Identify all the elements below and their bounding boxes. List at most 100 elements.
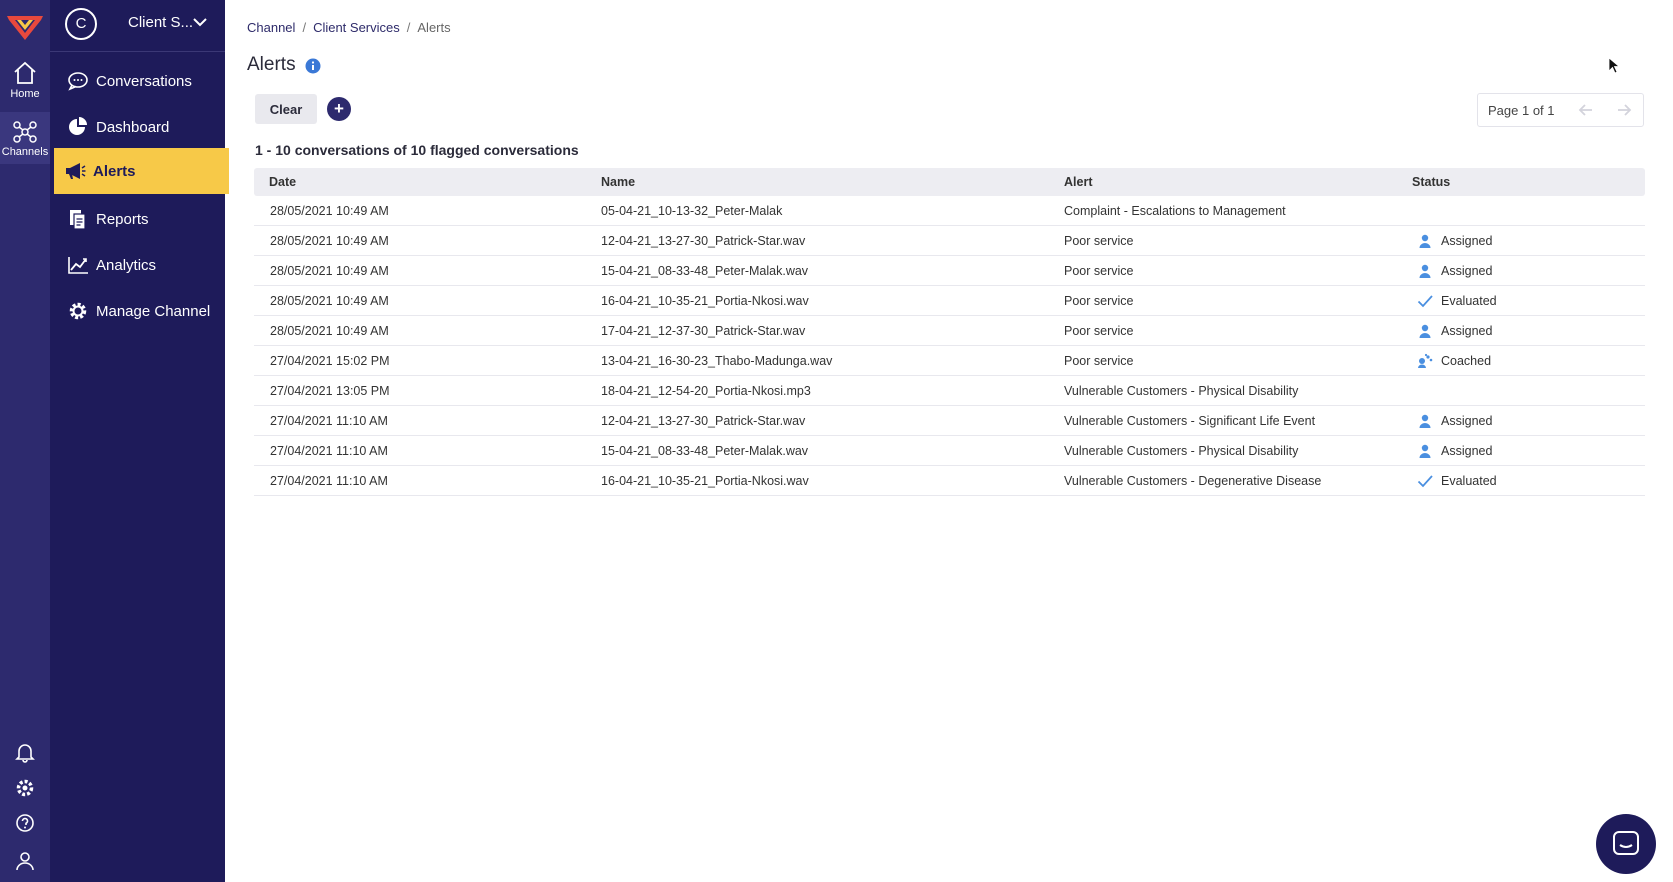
cell-alert: Poor service (1064, 233, 1134, 248)
cell-alert: Complaint - Escalations to Management (1064, 203, 1286, 218)
help-icon (16, 814, 34, 832)
breadcrumb-client-services[interactable]: Client Services (313, 20, 400, 35)
column-header-status[interactable]: Status (1412, 175, 1645, 189)
nav-item-label: Conversations (96, 72, 192, 90)
rail-settings[interactable] (0, 777, 50, 799)
table-row[interactable]: 28/05/2021 10:49 AM 12-04-21_13-27-30_Pat… (254, 226, 1645, 256)
user-icon (1417, 413, 1433, 429)
status-label: Assigned (1441, 233, 1493, 248)
rail-home[interactable]: Home (0, 60, 50, 108)
cell-status: Evaluated (1412, 293, 1645, 309)
chat-launcher-button[interactable] (1596, 814, 1656, 874)
column-header-alert[interactable]: Alert (1064, 175, 1412, 189)
channel-switcher[interactable]: C Client S... (50, 0, 225, 52)
table-row[interactable]: 28/05/2021 10:49 AM 17-04-21_12-37-30_Pat… (254, 316, 1645, 346)
cell-status: Assigned (1412, 443, 1645, 459)
page-indicator: Page 1 of 1 (1488, 103, 1555, 118)
user-icon (16, 852, 34, 871)
nav-item-label: Dashboard (96, 118, 170, 136)
cell-name: 18-04-21_12-54-20_Portia-Nkosi.mp3 (601, 383, 811, 398)
channel-name: Client S... (128, 14, 194, 31)
pagination: Page 1 of 1 (1477, 93, 1644, 127)
table-row[interactable]: 27/04/2021 11:10 AM 16-04-21_10-35-21_Por… (254, 466, 1645, 496)
rail-profile[interactable] (0, 849, 50, 871)
nav-item-reports[interactable]: Reports (50, 196, 225, 242)
nav-item-label: Analytics (96, 256, 157, 274)
arrow-right-icon[interactable] (1616, 103, 1632, 117)
page-title: Alerts (247, 54, 296, 75)
nav-item-conversations[interactable]: Conversations (50, 58, 225, 104)
line-chart-icon (68, 257, 88, 274)
network-nodes-icon (13, 121, 37, 143)
column-header-date[interactable]: Date (254, 175, 601, 189)
nav-item-label: Manage Channel (96, 302, 211, 320)
cell-date: 27/04/2021 11:10 AM (270, 473, 388, 488)
app-rail: Home Channels (0, 0, 50, 882)
status-label: Evaluated (1441, 473, 1497, 488)
info-icon[interactable] (305, 58, 321, 74)
add-alert-button[interactable]: + (327, 97, 351, 121)
cell-status: Assigned (1412, 233, 1645, 249)
cell-date: 28/05/2021 10:49 AM (270, 233, 389, 248)
clear-button[interactable]: Clear (255, 94, 317, 124)
nav-item-manage-channel[interactable]: Manage Channel (50, 288, 225, 334)
nav-item-analytics[interactable]: Analytics (50, 242, 225, 288)
status-label: Assigned (1441, 263, 1493, 278)
cell-alert: Vulnerable Customers - Physical Disabili… (1064, 383, 1299, 398)
cell-date: 28/05/2021 10:49 AM (270, 323, 389, 338)
home-icon (14, 61, 36, 84)
user-icon (1417, 263, 1433, 279)
cell-alert: Poor service (1064, 263, 1134, 278)
table-row[interactable]: 28/05/2021 10:49 AM 16-04-21_10-35-21_Por… (254, 286, 1645, 316)
nav-item-alerts[interactable]: Alerts (54, 148, 229, 194)
cell-alert: Vulnerable Customers - Physical Disabili… (1064, 443, 1299, 458)
bell-icon (15, 744, 35, 763)
column-header-name[interactable]: Name (601, 175, 1064, 189)
cell-status: Evaluated (1412, 473, 1645, 489)
check-icon (1417, 293, 1433, 309)
arrow-left-icon[interactable] (1578, 103, 1594, 117)
results-summary: 1 - 10 conversations of 10 flagged conve… (255, 142, 579, 158)
table-row[interactable]: 28/05/2021 10:49 AM 15-04-21_08-33-48_Pet… (254, 256, 1645, 286)
rail-notifications[interactable] (0, 741, 50, 763)
nav-item-label: Alerts (93, 162, 136, 180)
alerts-table: Date Name Alert Status 28/05/2021 10:49 … (254, 168, 1645, 496)
table-row[interactable]: 27/04/2021 15:02 PM 13-04-21_16-30-23_Tha… (254, 346, 1645, 376)
cell-status: Assigned (1412, 263, 1645, 279)
rail-channels[interactable]: Channels (0, 112, 50, 164)
user-icon (1417, 233, 1433, 249)
cell-name: 15-04-21_08-33-48_Peter-Malak.wav (601, 263, 809, 278)
table-row[interactable]: 27/04/2021 11:10 AM 12-04-21_13-27-30_Pat… (254, 406, 1645, 436)
cell-alert: Vulnerable Customers - Degenerative Dise… (1064, 473, 1322, 488)
cell-name: 12-04-21_13-27-30_Patrick-Star.wav (601, 233, 806, 248)
channel-avatar: C (65, 8, 97, 40)
breadcrumb-channel[interactable]: Channel (247, 20, 295, 35)
status-label: Assigned (1441, 413, 1493, 428)
gear-icon (16, 779, 34, 797)
nav-item-label: Reports (96, 210, 149, 228)
rail-help[interactable] (0, 812, 50, 834)
check-icon (1417, 473, 1433, 489)
mouse-cursor-icon (1608, 57, 1620, 74)
cell-name: 17-04-21_12-37-30_Patrick-Star.wav (601, 323, 806, 338)
cell-date: 27/04/2021 11:10 AM (270, 443, 388, 458)
status-label: Coached (1441, 353, 1492, 368)
coach-icon (1417, 353, 1433, 369)
table-row[interactable]: 27/04/2021 11:10 AM 15-04-21_08-33-48_Pet… (254, 436, 1645, 466)
sidebar: C Client S... Conversations Dashboard Al… (50, 0, 229, 882)
rail-channels-label: Channels (1, 146, 49, 158)
table-row[interactable]: 28/05/2021 10:49 AM 05-04-21_10-13-32_Pet… (254, 196, 1645, 226)
cell-date: 27/04/2021 15:02 PM (270, 353, 390, 368)
rail-home-label: Home (10, 88, 40, 100)
cell-name: 12-04-21_13-27-30_Patrick-Star.wav (601, 413, 806, 428)
cell-name: 05-04-21_10-13-32_Peter-Malak (601, 203, 783, 218)
table-body: 28/05/2021 10:49 AM 05-04-21_10-13-32_Pet… (254, 196, 1645, 496)
chevron-down-icon[interactable] (192, 16, 208, 28)
nav-item-dashboard[interactable]: Dashboard (50, 104, 225, 150)
cell-status: Assigned (1412, 413, 1645, 429)
table-header: Date Name Alert Status (254, 168, 1645, 196)
cell-name: 15-04-21_08-33-48_Peter-Malak.wav (601, 443, 809, 458)
table-row[interactable]: 27/04/2021 13:05 PM 18-04-21_12-54-20_Por… (254, 376, 1645, 406)
breadcrumb-separator: / (302, 20, 307, 35)
breadcrumb-separator: / (406, 20, 411, 35)
